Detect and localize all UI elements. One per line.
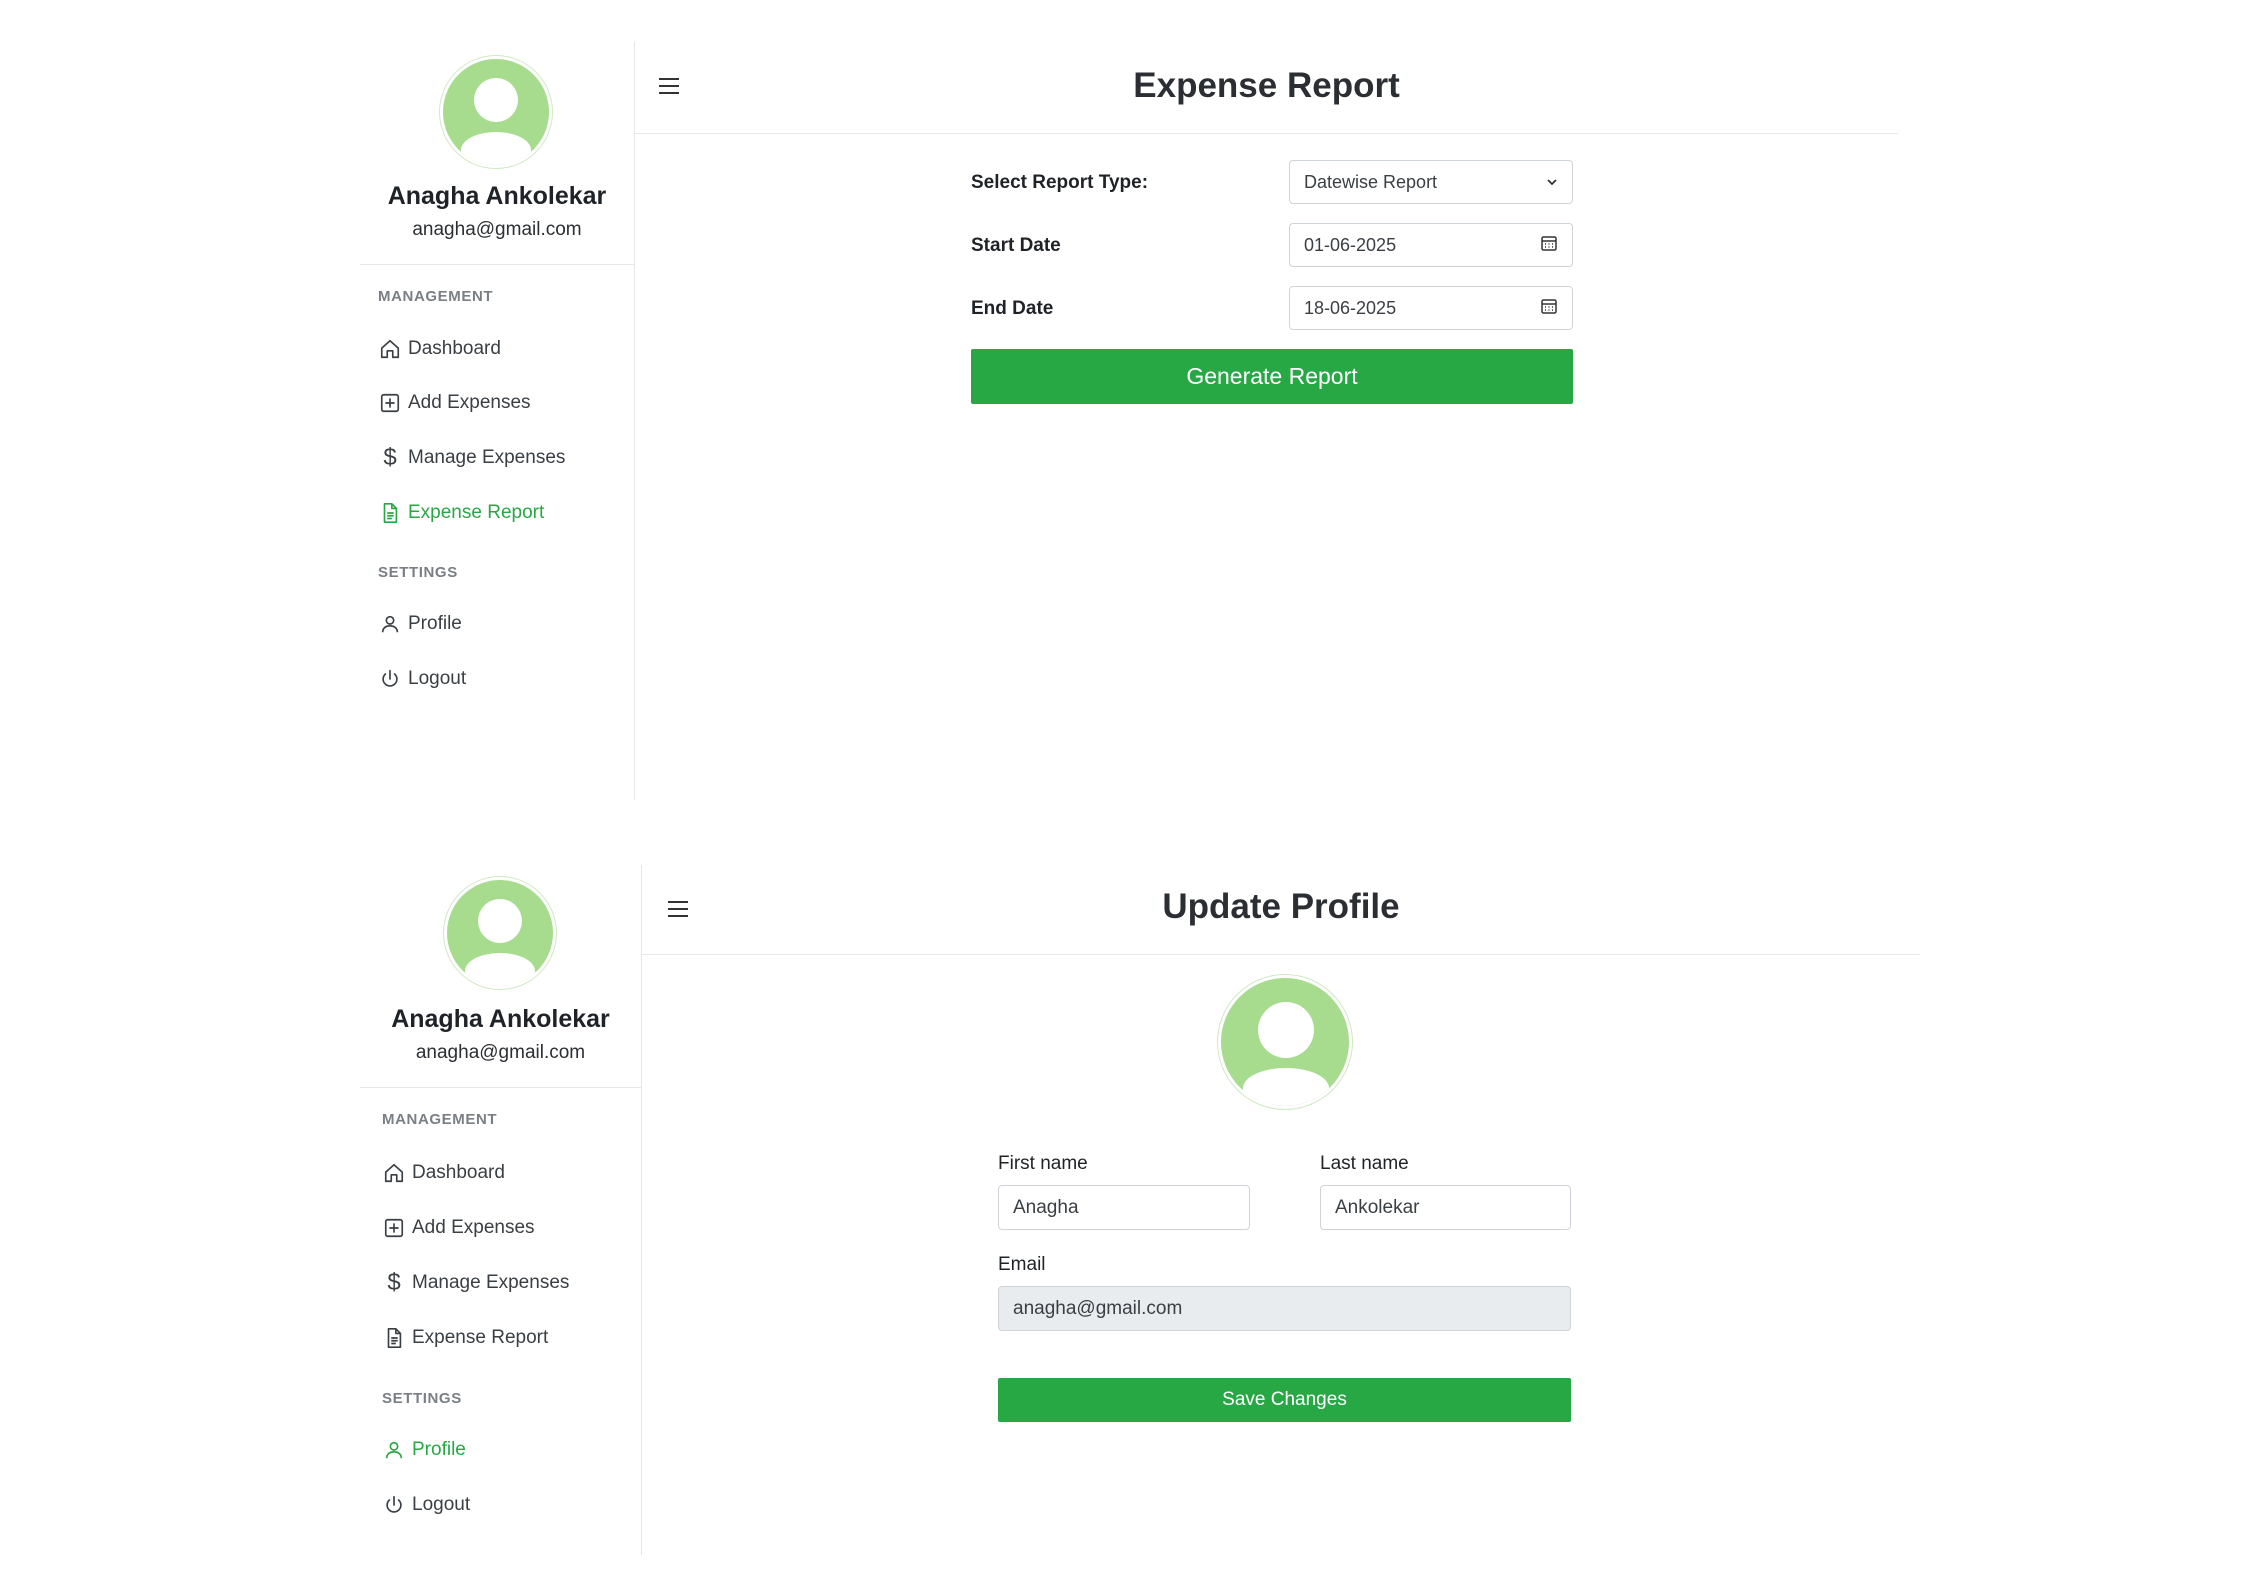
sidebar-item-manage-expenses[interactable]: $ Manage Expenses bbox=[378, 443, 565, 473]
sidebar-item-add-expenses[interactable]: Add Expenses bbox=[382, 1213, 535, 1243]
section-label-management: MANAGEMENT bbox=[378, 288, 494, 305]
sidebar-user-name: Anagha Ankolekar bbox=[387, 182, 607, 210]
sidebar-item-expense-report[interactable]: Expense Report bbox=[382, 1323, 548, 1353]
sidebar-item-dashboard[interactable]: Dashboard bbox=[382, 1158, 505, 1188]
sidebar-item-logout[interactable]: Logout bbox=[382, 1490, 470, 1520]
end-date-value: 18-06-2025 bbox=[1304, 297, 1397, 318]
calendar-icon[interactable] bbox=[1540, 297, 1558, 320]
plus-square-icon bbox=[378, 391, 402, 415]
email-value: anagha@gmail.com bbox=[1013, 1297, 1183, 1319]
first-name-field[interactable]: Anagha bbox=[998, 1185, 1250, 1230]
generate-report-button[interactable]: Generate Report bbox=[971, 349, 1573, 404]
sidebar-item-label: Profile bbox=[412, 1439, 466, 1460]
sidebar: Anagha Ankolekar anagha@gmail.com MANAGE… bbox=[360, 865, 642, 1555]
home-icon bbox=[378, 337, 402, 361]
sidebar-item-profile[interactable]: Profile bbox=[378, 609, 462, 639]
end-date-label: End Date bbox=[971, 298, 1054, 319]
section-label-settings: SETTINGS bbox=[378, 564, 458, 581]
sidebar-user-email: anagha@gmail.com bbox=[412, 219, 582, 240]
user-icon bbox=[382, 1438, 406, 1462]
file-text-icon bbox=[378, 501, 402, 525]
save-changes-button[interactable]: Save Changes bbox=[998, 1378, 1571, 1422]
sidebar-avatar bbox=[440, 56, 552, 168]
update-profile-screen: Anagha Ankolekar anagha@gmail.com MANAGE… bbox=[360, 865, 1930, 1555]
sidebar-item-label: Add Expenses bbox=[412, 1217, 535, 1238]
calendar-icon[interactable] bbox=[1540, 234, 1558, 257]
last-name-label: Last name bbox=[1320, 1153, 1409, 1174]
file-text-icon bbox=[382, 1326, 406, 1350]
expense-report-screen: Anagha Ankolekar anagha@gmail.com MANAGE… bbox=[360, 42, 1910, 800]
sidebar-item-manage-expenses[interactable]: $ Manage Expenses bbox=[382, 1268, 569, 1298]
email-field: anagha@gmail.com bbox=[998, 1286, 1571, 1331]
start-date-value: 01-06-2025 bbox=[1304, 234, 1397, 255]
sidebar-item-label: Dashboard bbox=[412, 1162, 505, 1183]
report-type-label: Select Report Type: bbox=[971, 172, 1149, 193]
dollar-icon: $ bbox=[387, 1269, 401, 1296]
sidebar-item-label: Profile bbox=[408, 613, 462, 634]
first-name-label: First name bbox=[998, 1153, 1088, 1174]
sidebar-item-label: Add Expenses bbox=[408, 392, 531, 413]
sidebar-item-add-expenses[interactable]: Add Expenses bbox=[378, 388, 531, 418]
last-name-value: Ankolekar bbox=[1335, 1196, 1420, 1218]
report-type-value: Datewise Report bbox=[1304, 171, 1438, 192]
start-date-input[interactable]: 01-06-2025 bbox=[1289, 223, 1573, 267]
sidebar-user-email: anagha@gmail.com bbox=[415, 1042, 586, 1063]
last-name-field[interactable]: Ankolekar bbox=[1320, 1185, 1571, 1230]
user-icon bbox=[378, 612, 402, 636]
page-title: Expense Report bbox=[1133, 66, 1400, 105]
end-date-input[interactable]: 18-06-2025 bbox=[1289, 286, 1573, 330]
section-label-settings: SETTINGS bbox=[382, 1390, 462, 1407]
sidebar-item-label: Manage Expenses bbox=[412, 1272, 570, 1293]
sidebar-item-label: Manage Expenses bbox=[408, 447, 566, 468]
sidebar-item-label: Expense Report bbox=[408, 502, 545, 523]
first-name-value: Anagha bbox=[1013, 1196, 1079, 1218]
main-header: Expense Report bbox=[635, 42, 1898, 134]
home-icon bbox=[382, 1161, 406, 1185]
chevron-down-icon bbox=[1546, 172, 1558, 193]
section-label-management: MANAGEMENT bbox=[382, 1111, 498, 1128]
sidebar-divider bbox=[360, 1087, 642, 1088]
sidebar-item-label: Dashboard bbox=[408, 338, 501, 359]
sidebar-item-label: Expense Report bbox=[412, 1327, 549, 1348]
sidebar-divider bbox=[360, 264, 635, 265]
power-icon bbox=[382, 1493, 406, 1517]
plus-square-icon bbox=[382, 1216, 406, 1240]
sidebar-item-dashboard[interactable]: Dashboard bbox=[378, 334, 501, 364]
start-date-label: Start Date bbox=[971, 235, 1061, 256]
sidebar-item-logout[interactable]: Logout bbox=[378, 664, 466, 694]
power-icon bbox=[378, 667, 402, 691]
sidebar-item-expense-report[interactable]: Expense Report bbox=[378, 498, 544, 528]
dollar-icon: $ bbox=[383, 444, 397, 471]
report-type-select[interactable]: Datewise Report bbox=[1289, 160, 1573, 204]
sidebar-item-label: Logout bbox=[412, 1494, 471, 1515]
sidebar-item-profile[interactable]: Profile bbox=[382, 1435, 466, 1465]
sidebar-item-label: Logout bbox=[408, 668, 467, 689]
main-header: Update Profile bbox=[642, 865, 1920, 955]
page-title: Update Profile bbox=[1162, 887, 1400, 926]
profile-avatar[interactable] bbox=[1218, 975, 1352, 1109]
sidebar-user-name: Anagha Ankolekar bbox=[391, 1005, 610, 1033]
sidebar-avatar bbox=[444, 877, 556, 989]
sidebar: Anagha Ankolekar anagha@gmail.com MANAGE… bbox=[360, 42, 635, 800]
email-label: Email bbox=[998, 1254, 1046, 1275]
